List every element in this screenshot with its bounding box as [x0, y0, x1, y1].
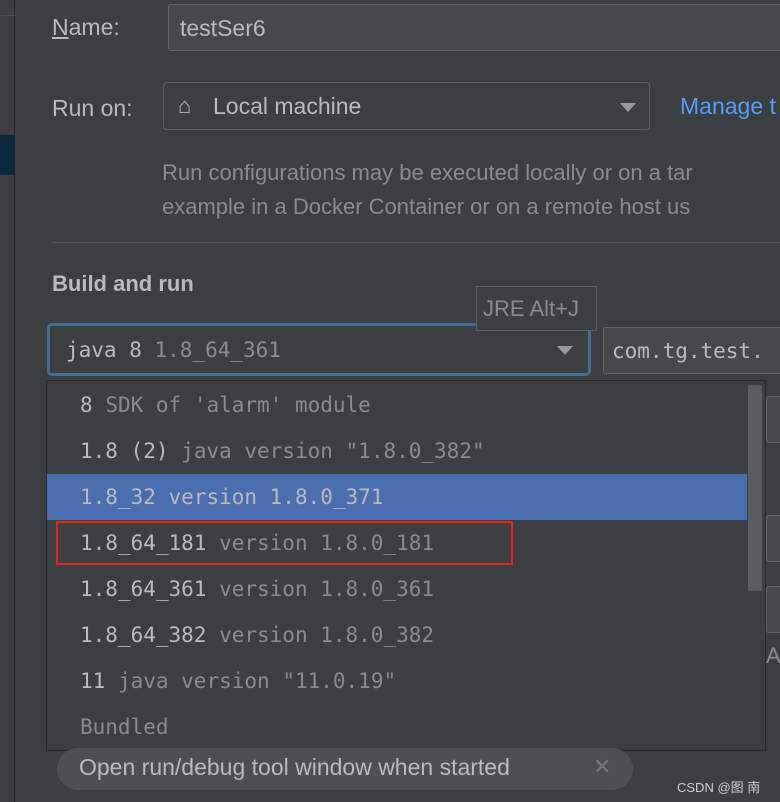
name-value: testSer6 — [180, 15, 266, 41]
run-on-label: Run on: — [52, 95, 133, 121]
jre-option-version: version 1.8.0_382 — [219, 623, 435, 647]
option-chip-label: Open run/debug tool window when started — [79, 754, 510, 780]
jre-option-version: Bundled — [80, 715, 169, 739]
home-icon: ⌂ — [178, 93, 192, 118]
name-input[interactable]: testSer6 — [168, 4, 780, 51]
jre-option[interactable]: 1.8_64_382 version 1.8.0_382 — [47, 612, 747, 658]
jre-option-name: 1.8_64_382 — [80, 623, 207, 647]
jre-dropdown-list[interactable]: 8 SDK of 'alarm' module 1.8 (2) java vers… — [46, 380, 766, 751]
sidebar-selected-item[interactable] — [0, 135, 15, 175]
jre-option-version: java version "11.0.19" — [117, 669, 397, 693]
name-label: Name: — [52, 14, 120, 40]
option-chip[interactable]: Open run/debug tool window when started … — [57, 748, 633, 790]
jre-option-name: 11 — [80, 669, 106, 693]
run-on-description: Run configurations may be executed local… — [162, 156, 693, 224]
separator — [52, 242, 780, 243]
jre-option-version: SDK of 'alarm' module — [105, 393, 371, 417]
jre-option[interactable]: 1.8_64_361 version 1.8.0_361 — [47, 566, 747, 612]
jre-secondary: 1.8_64_361 — [154, 338, 281, 362]
section-title: Build and run — [52, 271, 194, 296]
jre-option[interactable]: Bundled — [47, 704, 747, 750]
description-line: Run configurations may be executed local… — [162, 160, 693, 185]
jre-option-name: 1.8_64_361 — [80, 577, 207, 601]
annotation-box — [56, 521, 513, 565]
jre-option[interactable]: 1.8 (2) java version "1.8.0_382" — [47, 428, 747, 474]
main-class-value: com.tg.test. — [612, 339, 764, 363]
jre-option-name: 1.8 (2) — [80, 439, 169, 463]
manage-targets-link[interactable]: Manage t — [680, 93, 776, 120]
jre-option-version: java version "1.8.0_382" — [181, 439, 485, 463]
run-on-dropdown[interactable]: ⌂ Local machine — [163, 82, 650, 130]
jre-primary: java 8 — [66, 338, 142, 362]
jre-option[interactable]: 8 SDK of 'alarm' module — [47, 382, 747, 428]
background-field — [766, 396, 780, 443]
jre-option[interactable]: 11 java version "11.0.19" — [47, 658, 747, 704]
sidebar-divider — [0, 15, 15, 16]
watermark: CSDN @图 南 — [677, 780, 761, 795]
jre-tooltip: JRE Alt+J — [476, 286, 597, 331]
background-field — [766, 586, 780, 633]
run-on-value: Local machine — [213, 93, 362, 119]
scrollbar-thumb[interactable] — [748, 385, 762, 591]
description-line: example in a Docker Container or on a re… — [162, 194, 691, 219]
background-field — [766, 515, 780, 562]
jre-option[interactable]: 1.8_32 version 1.8.0_371 — [47, 474, 747, 520]
partial-label: AI — [766, 643, 780, 668]
jre-option-name: 1.8_32 — [80, 485, 156, 509]
chevron-down-icon — [620, 103, 636, 112]
jre-option-name: 8 — [80, 393, 93, 417]
main-class-input[interactable]: com.tg.test. — [603, 327, 780, 374]
left-sidebar — [0, 0, 15, 802]
jre-option-version: version 1.8.0_361 — [219, 577, 435, 601]
jre-option-version: version 1.8.0_371 — [168, 485, 384, 509]
tooltip-text: JRE Alt+J — [483, 296, 579, 321]
chevron-down-icon — [557, 346, 573, 355]
close-icon[interactable]: ✕ — [593, 754, 611, 780]
